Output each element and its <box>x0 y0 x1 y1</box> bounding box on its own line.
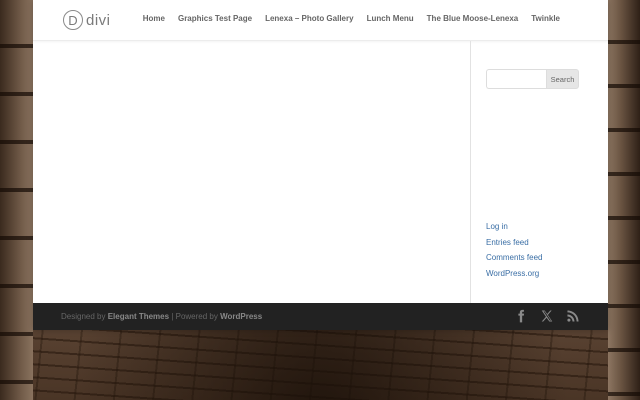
background-wood-left <box>0 0 33 400</box>
x-twitter-icon[interactable] <box>540 309 554 323</box>
site-logo[interactable]: D divi <box>63 9 111 31</box>
nav-item-home[interactable]: Home <box>143 14 165 23</box>
page-container: D divi Home Graphics Test Page Lenexa – … <box>33 0 608 330</box>
designed-by-text: Designed by <box>61 312 106 321</box>
social-icons <box>514 309 580 323</box>
sidebar: Search Log in Entries feed Comments feed… <box>485 41 595 303</box>
main-content <box>33 41 470 303</box>
search-button[interactable]: Search <box>546 69 579 89</box>
list-item: Entries feed <box>486 233 542 249</box>
meta-links-list: Log in Entries feed Comments feed WordPr… <box>486 217 542 279</box>
nav-item-lunch-menu[interactable]: Lunch Menu <box>367 14 414 23</box>
search-input[interactable] <box>486 69 546 89</box>
logo-mark-icon: D <box>63 10 83 30</box>
log-in-link[interactable]: Log in <box>486 222 508 231</box>
elegant-themes-link[interactable]: Elegant Themes <box>108 312 169 321</box>
wordpress-org-link[interactable]: WordPress.org <box>486 269 539 278</box>
site-header: D divi Home Graphics Test Page Lenexa – … <box>33 0 608 41</box>
footer-credits: Designed by Elegant Themes | Powered by … <box>61 312 262 321</box>
main-navigation: Home Graphics Test Page Lenexa – Photo G… <box>143 14 560 23</box>
wordpress-link[interactable]: WordPress <box>220 312 262 321</box>
list-item: WordPress.org <box>486 264 542 280</box>
nav-item-graphics-test-page[interactable]: Graphics Test Page <box>178 14 252 23</box>
rss-icon[interactable] <box>566 309 580 323</box>
comments-feed-link[interactable]: Comments feed <box>486 253 542 262</box>
logo-text: divi <box>86 11 111 29</box>
list-item: Comments feed <box>486 248 542 264</box>
powered-by-text: | Powered by <box>171 312 218 321</box>
facebook-icon[interactable] <box>514 309 528 323</box>
entries-feed-link[interactable]: Entries feed <box>486 238 529 247</box>
nav-item-twinkle[interactable]: Twinkle <box>531 14 560 23</box>
nav-item-blue-moose-lenexa[interactable]: The Blue Moose-Lenexa <box>427 14 519 23</box>
list-item: Log in <box>486 217 542 233</box>
nav-item-lenexa-photo-gallery[interactable]: Lenexa – Photo Gallery <box>265 14 353 23</box>
site-footer: Designed by Elegant Themes | Powered by … <box>33 303 608 330</box>
search-form: Search <box>486 69 579 89</box>
sidebar-divider <box>470 41 471 303</box>
background-wood-right <box>608 0 640 400</box>
